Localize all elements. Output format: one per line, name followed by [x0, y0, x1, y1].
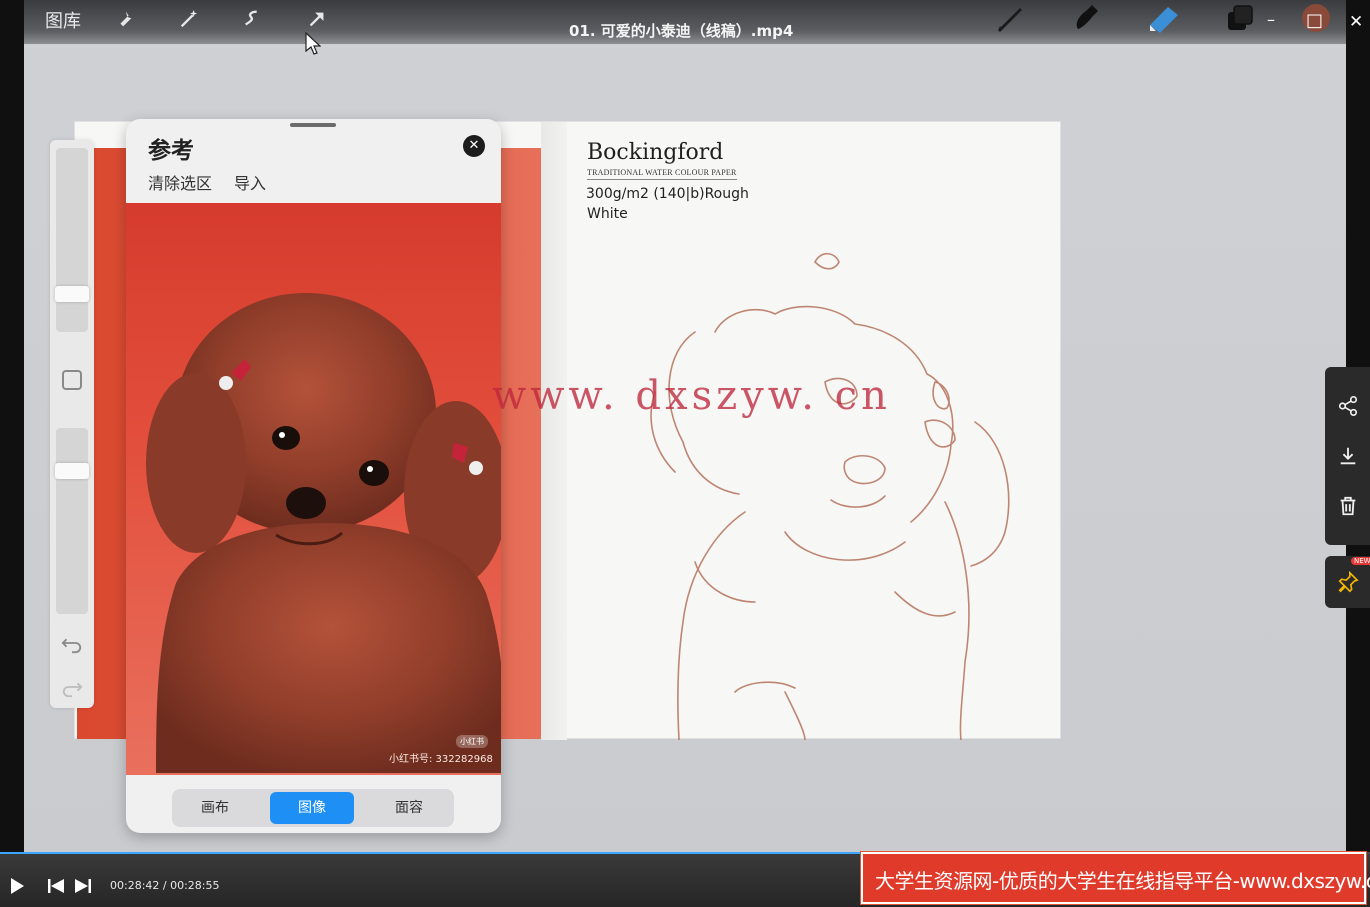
opacity-slider[interactable]: [56, 428, 88, 614]
share-icon[interactable]: [1337, 395, 1359, 417]
reference-image[interactable]: 小红书 小红书号: 332282968: [126, 203, 501, 775]
close-icon[interactable]: ✕: [463, 135, 485, 157]
paper-fold: [541, 122, 567, 740]
download-icon[interactable]: [1337, 445, 1359, 467]
left-tool-sidebar: [50, 140, 94, 708]
wrench-icon[interactable]: [114, 8, 136, 30]
paper-color: White: [587, 206, 628, 222]
promo-banner-text: 大学生资源网-优质的大学生在线指导平台-www.dxszyw.cn: [875, 869, 1370, 893]
magic-wand-icon[interactable]: [178, 8, 200, 30]
drag-handle[interactable]: [290, 123, 336, 127]
floating-action-bar: [1325, 367, 1370, 545]
maximize-button[interactable]: □: [1306, 10, 1323, 31]
pin-icon[interactable]: [1337, 571, 1359, 593]
layers-icon[interactable]: [1226, 4, 1254, 32]
paper-spec: 300g/m2 (140|b)Rough: [586, 186, 749, 202]
modifier-button[interactable]: [62, 370, 82, 390]
reference-tab-bar: 画布 图像 面容: [172, 789, 454, 827]
poodle-photo: [146, 293, 501, 773]
app-toolbar: 图库 01. 可爱的小泰迪（线稿）.mp4: [24, 0, 1346, 44]
brush-size-thumb[interactable]: [55, 286, 89, 302]
site-watermark: www. dxszyw. cn: [492, 373, 891, 419]
brush-size-slider[interactable]: [56, 148, 88, 332]
video-frame[interactable]: 图库 01. 可爱的小泰迪（线稿）.mp4 Bockingford TRADIT…: [24, 0, 1346, 852]
play-icon[interactable]: [10, 878, 24, 894]
clear-selection-button[interactable]: 清除选区: [148, 170, 212, 194]
paper-brand: Bockingford: [587, 140, 724, 165]
close-window-button[interactable]: ✕: [1349, 12, 1363, 32]
reference-panel[interactable]: 参考 ✕ 清除选区 导入 小红书 小红书号: 332282968 画布 图像 面…: [126, 119, 501, 833]
minimize-button[interactable]: –: [1267, 10, 1275, 29]
tab-canvas[interactable]: 画布: [170, 792, 260, 824]
redo-icon[interactable]: [61, 676, 83, 698]
next-icon[interactable]: [75, 879, 91, 893]
delete-icon[interactable]: [1337, 495, 1359, 517]
previous-icon[interactable]: [48, 879, 64, 893]
pin-action[interactable]: NEW: [1325, 556, 1370, 608]
video-title: 01. 可爱的小泰迪（线稿）.mp4: [569, 22, 794, 40]
selection-icon[interactable]: [242, 8, 264, 30]
xiaohongshu-badge: 小红书: [456, 735, 488, 748]
tab-image[interactable]: 图像: [270, 792, 354, 824]
tab-face[interactable]: 面容: [364, 792, 454, 824]
brush-icon[interactable]: [994, 4, 1026, 32]
undo-icon[interactable]: [61, 632, 83, 654]
mouse-cursor-icon: [305, 32, 321, 55]
transform-arrow-icon[interactable]: [306, 8, 328, 30]
reference-title: 参考: [148, 138, 194, 164]
xiaohongshu-id: 小红书号: 332282968: [389, 754, 493, 765]
smudge-icon[interactable]: [1070, 3, 1102, 33]
promo-banner[interactable]: 大学生资源网-优质的大学生在线指导平台-www.dxszyw.cn: [860, 851, 1370, 905]
opacity-thumb[interactable]: [55, 463, 89, 479]
poodle-line-sketch: [650, 252, 1010, 740]
playback-time: 00:28:42 / 00:28:55: [110, 879, 220, 892]
gallery-button[interactable]: 图库: [45, 7, 81, 33]
video-player-window: 图库 01. 可爱的小泰迪（线稿）.mp4 Bockingford TRADIT…: [0, 0, 1370, 907]
new-badge: NEW: [1351, 557, 1370, 565]
import-button[interactable]: 导入: [234, 170, 266, 194]
paper-brand-subtitle: TRADITIONAL WATER COLOUR PAPER: [587, 168, 737, 180]
eraser-icon[interactable]: [1146, 3, 1182, 33]
